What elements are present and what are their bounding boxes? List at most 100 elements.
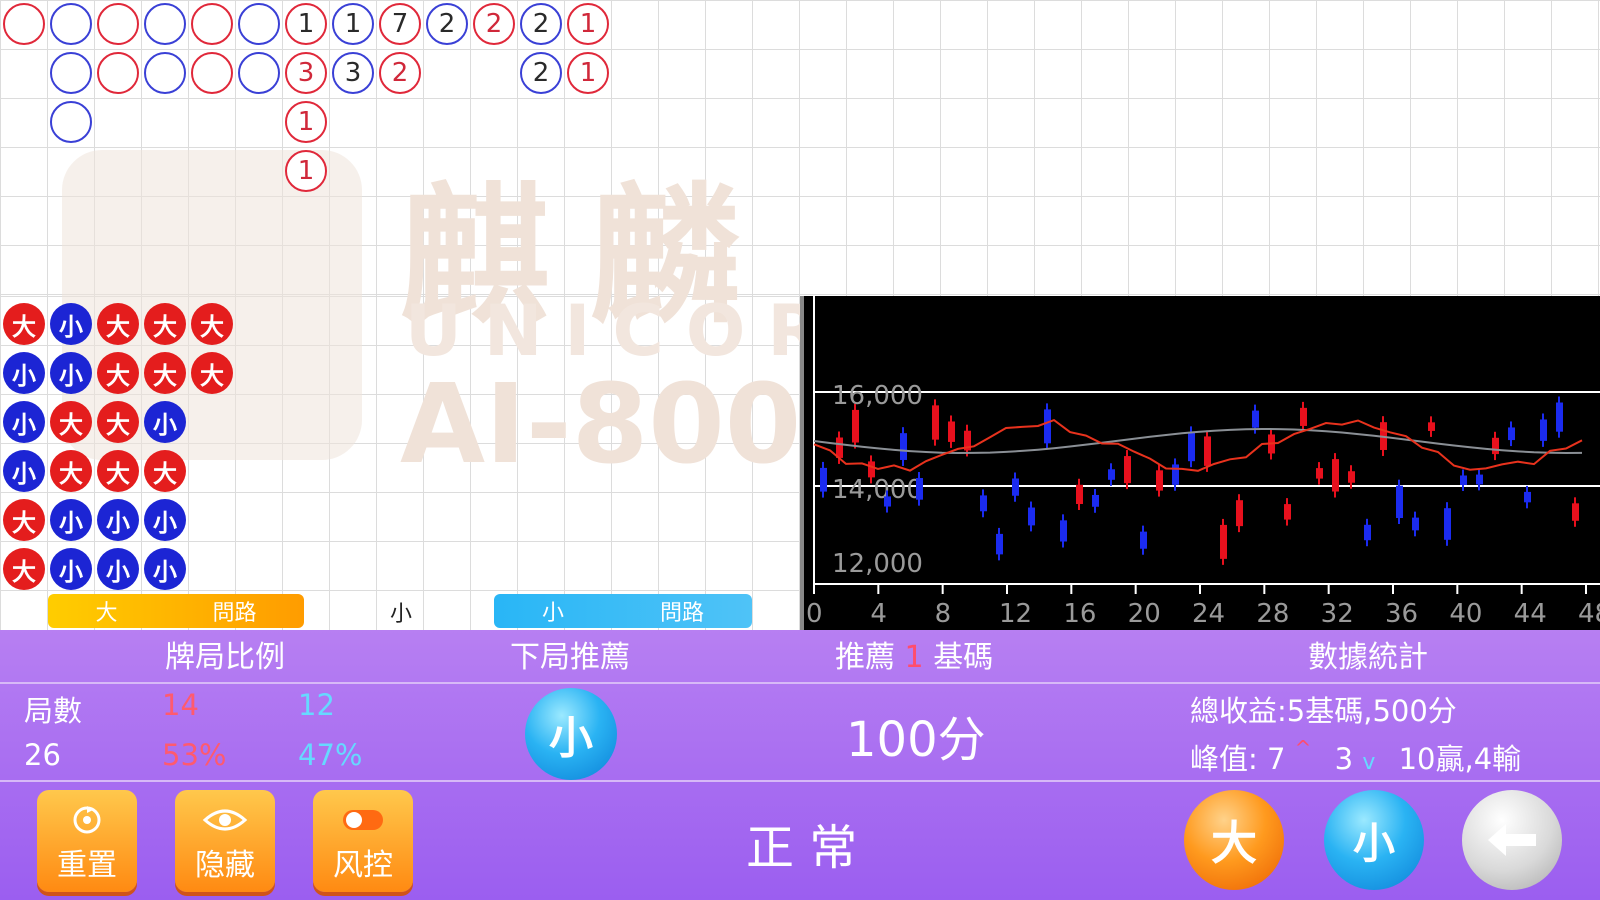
chart-svg: 12,00014,00016,0000 4 8 12 16 20 24 28 32 36 40 44 4… <box>806 296 1600 629</box>
bet-amount: 100分 <box>846 712 986 768</box>
x-tick-label: 16 <box>1063 599 1096 629</box>
back-arrow-icon <box>1488 824 1536 856</box>
big-road-cell: 2 <box>473 3 515 45</box>
big-road-cell: 2 <box>379 52 421 94</box>
candle-body <box>1444 508 1451 540</box>
trend-chart: 12,000 14,000 16,000 0 4 8 12 16 20 24 28 32 36 40 44 4… <box>800 296 1600 630</box>
big-road-cell: 2 <box>520 52 562 94</box>
candle-body <box>1396 485 1403 519</box>
peak-label: 峰值: <box>1190 742 1258 776</box>
bead-road-cell: 大 <box>144 352 186 394</box>
candle-body <box>900 433 907 460</box>
total-profit: 總收益:5基碼,500分 <box>1190 694 1457 728</box>
candle-body <box>1236 500 1243 527</box>
x-tick-label: 0 <box>806 599 823 629</box>
ask-small-button[interactable]: 小 問路 <box>494 594 752 628</box>
candle-body <box>836 437 843 458</box>
candle-body <box>1140 531 1147 549</box>
bead-road-cell: 小 <box>3 401 45 443</box>
ask-big-label: 大 <box>95 601 118 626</box>
eye-icon <box>202 804 248 836</box>
candle-body <box>1476 474 1483 485</box>
ask-big-button[interactable]: 大 問路 <box>48 594 304 628</box>
bead-road-cell: 大 <box>3 548 45 590</box>
candle-body <box>1524 491 1531 503</box>
candle-body <box>1540 419 1547 441</box>
candle-body <box>1364 524 1371 541</box>
divider-bottom <box>0 780 1600 782</box>
big-road-cell: 1 <box>567 52 609 94</box>
ask-small-label: 小 <box>541 601 564 626</box>
candle-body <box>1156 470 1163 491</box>
big-road-cell <box>50 3 92 45</box>
candle-body <box>1556 402 1563 432</box>
candle-body <box>884 496 891 507</box>
candle-body <box>1124 456 1131 484</box>
candle-body <box>1172 464 1179 485</box>
candle-body <box>852 409 859 443</box>
bead-road-cell: 小 <box>97 499 139 541</box>
candle-body <box>868 461 875 478</box>
candle-body <box>820 467 827 492</box>
candle-body <box>1316 468 1323 479</box>
x-tick-label: 12 <box>999 599 1032 629</box>
candle-body <box>1348 471 1355 483</box>
big-road-cell <box>191 52 233 94</box>
reset-button[interactable]: 重置 <box>37 790 137 892</box>
y-tick-label: 14,000 <box>832 475 923 505</box>
small-percent: 47% <box>298 738 363 772</box>
candle-body <box>1108 469 1115 480</box>
risk-button[interactable]: 风控 <box>313 790 413 892</box>
rec-header-pre: 推薦 <box>835 640 895 675</box>
bead-road-cell: 大 <box>97 450 139 492</box>
reset-label: 重置 <box>57 848 117 883</box>
candle-body <box>980 495 987 512</box>
candle-body <box>1252 410 1259 428</box>
win-loss: 10贏,4輸 <box>1398 742 1522 776</box>
bet-small-button[interactable]: 小 <box>1324 790 1424 890</box>
peak-down-mark: v <box>1362 750 1376 775</box>
candle-body <box>1076 484 1083 505</box>
bead-road-cell: 大 <box>144 303 186 345</box>
risk-label: 风控 <box>333 848 393 883</box>
big-road-cell: 3 <box>285 52 327 94</box>
big-road-cell: 7 <box>379 3 421 45</box>
bead-road-cell: 小 <box>97 548 139 590</box>
big-road-cell: 1 <box>332 3 374 45</box>
bead-road-cell: 小 <box>50 303 92 345</box>
candle-body <box>916 478 923 500</box>
bead-road-cell: 大 <box>97 352 139 394</box>
candle-body <box>1204 436 1211 466</box>
big-road-cell: 2 <box>426 3 468 45</box>
x-tick-label: 44 <box>1514 599 1547 629</box>
back-button[interactable] <box>1462 790 1562 890</box>
big-road-cell: 1 <box>567 3 609 45</box>
big-road-cell: 2 <box>520 3 562 45</box>
bead-road-cell: 小 <box>144 401 186 443</box>
rounds-label: 局數 <box>24 694 83 728</box>
x-tick-label: 20 <box>1128 599 1161 629</box>
bead-road-cell: 大 <box>191 303 233 345</box>
status-text: 正 常 <box>746 820 858 876</box>
bead-road-cell: 大 <box>50 401 92 443</box>
y-tick-label: 12,000 <box>832 549 923 579</box>
x-tick-label: 28 <box>1256 599 1289 629</box>
ma-line-long <box>813 427 1583 455</box>
data-header: 數據統計 <box>1308 640 1428 675</box>
peak-down-value: 3 <box>1334 742 1354 776</box>
candle-body <box>1300 407 1307 426</box>
x-tick-label: 36 <box>1385 599 1418 629</box>
next-header: 下局推薦 <box>510 640 630 675</box>
hide-button[interactable]: 隐藏 <box>175 790 275 892</box>
ratio-header: 牌局比例 <box>165 640 285 675</box>
small-count: 12 <box>298 688 335 722</box>
big-road-cell <box>3 3 45 45</box>
candle-body <box>1012 478 1019 496</box>
big-road-cell <box>97 52 139 94</box>
candle-body <box>1572 503 1579 521</box>
big-road-cell: 3 <box>332 52 374 94</box>
candle-body <box>1044 409 1051 444</box>
big-percent: 53% <box>162 738 227 772</box>
bet-big-button[interactable]: 大 <box>1184 790 1284 890</box>
ask-big-text: 問路 <box>212 601 257 626</box>
